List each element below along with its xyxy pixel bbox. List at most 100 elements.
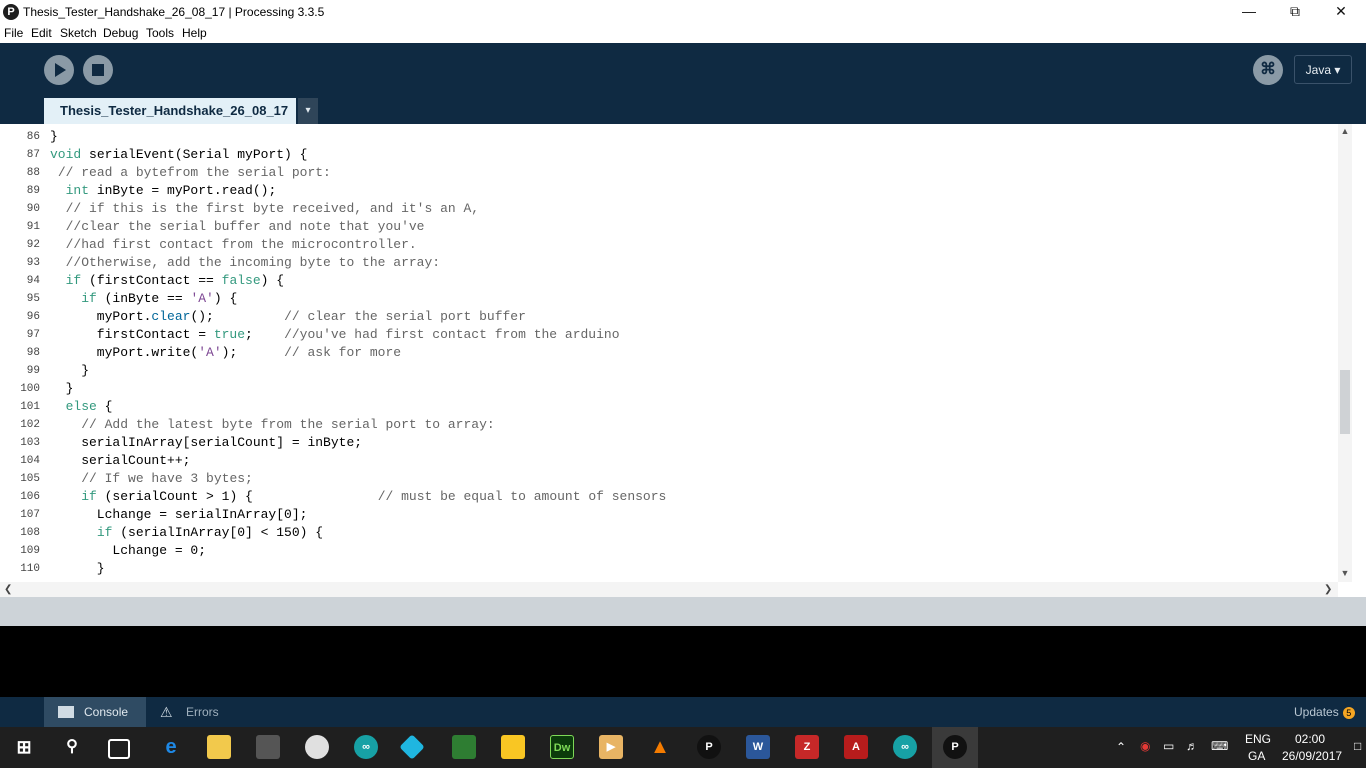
- clock-time[interactable]: 02:00: [1295, 732, 1325, 746]
- code-line[interactable]: 87 void serialEvent(Serial myPort) {: [0, 146, 1336, 164]
- scroll-up-icon[interactable]: ▲: [1338, 126, 1352, 136]
- minimize-button[interactable]: —: [1226, 0, 1272, 24]
- dreamweaver-icon[interactable]: Dw: [550, 735, 574, 759]
- code-line[interactable]: 97 firstContact = true; //you've had fir…: [0, 326, 1336, 344]
- code-text[interactable]: myPort.write('A'); // ask for more: [50, 344, 401, 362]
- code-line[interactable]: 100 }: [0, 380, 1336, 398]
- code-editor[interactable]: 86} 87 void serialEvent(Serial myPort) {88…: [0, 124, 1366, 582]
- word-icon[interactable]: W: [746, 735, 770, 759]
- arduino-icon[interactable]: ∞: [354, 735, 378, 759]
- updates-indicator[interactable]: Updates 5: [1294, 697, 1355, 727]
- keyboard-icon[interactable]: ⌨: [1211, 739, 1228, 753]
- code-line[interactable]: 108 if (serialInArray[0] < 150) {: [0, 524, 1336, 542]
- code-text[interactable]: // If we have 3 bytes;: [50, 470, 253, 488]
- scroll-right-icon[interactable]: ❯: [1324, 582, 1332, 597]
- kodi-icon[interactable]: [399, 734, 425, 760]
- code-text[interactable]: if (inByte == 'A') {: [50, 290, 237, 308]
- code-text[interactable]: //Otherwise, add the incoming byte to th…: [50, 254, 440, 272]
- menu-help[interactable]: Help: [182, 26, 207, 40]
- tab-menu-button[interactable]: ▾: [298, 98, 318, 124]
- tab-sketch[interactable]: Thesis_Tester_Handshake_26_08_17: [44, 98, 296, 124]
- chrome-icon[interactable]: [305, 735, 329, 759]
- menu-debug[interactable]: Debug: [103, 26, 138, 40]
- keep-icon[interactable]: [501, 735, 525, 759]
- battery-icon[interactable]: ▭: [1163, 739, 1174, 753]
- code-line[interactable]: 89 int inByte = myPort.read();: [0, 182, 1336, 200]
- code-line[interactable]: 106 if (serialCount > 1) { // must be eq…: [0, 488, 1336, 506]
- code-line[interactable]: 95 if (inByte == 'A') {: [0, 290, 1336, 308]
- code-text[interactable]: if (serialInArray[0] < 150) {: [50, 524, 323, 542]
- code-line[interactable]: 90 // if this is the first byte received…: [0, 200, 1336, 218]
- code-line[interactable]: 99 }: [0, 362, 1336, 380]
- filezilla-icon[interactable]: Z: [795, 735, 819, 759]
- menu-tools[interactable]: Tools: [146, 26, 174, 40]
- tray-chevron-icon[interactable]: ⌃: [1116, 740, 1126, 754]
- code-line[interactable]: 88 // read a bytefrom the serial port:: [0, 164, 1336, 182]
- code-text[interactable]: if (serialCount > 1) { // must be equal …: [50, 488, 666, 506]
- code-line[interactable]: 93 //Otherwise, add the incoming byte to…: [0, 254, 1336, 272]
- code-line[interactable]: 92 //had first contact from the microcon…: [0, 236, 1336, 254]
- search-icon[interactable]: ⚲: [60, 735, 84, 759]
- task-view-icon[interactable]: [108, 739, 130, 759]
- scroll-thumb[interactable]: [1340, 370, 1350, 434]
- maximize-button[interactable]: ⧉: [1272, 0, 1318, 24]
- menu-file[interactable]: File: [4, 26, 23, 40]
- tab-errors[interactable]: ⚠ Errors: [146, 697, 232, 727]
- console-output[interactable]: [0, 626, 1366, 697]
- code-text[interactable]: // Add the latest byte from the serial p…: [50, 416, 494, 434]
- code-text[interactable]: }: [50, 560, 105, 578]
- windows-start-icon[interactable]: ⊞: [12, 735, 36, 759]
- android-file-icon[interactable]: [452, 735, 476, 759]
- code-text[interactable]: firstContact = true; //you've had first …: [50, 326, 620, 344]
- code-text[interactable]: // if this is the first byte received, a…: [50, 200, 479, 218]
- code-text[interactable]: myPort.clear(); // clear the serial port…: [50, 308, 526, 326]
- code-line[interactable]: 91 //clear the serial buffer and note th…: [0, 218, 1336, 236]
- code-text[interactable]: //had first contact from the microcontro…: [50, 236, 417, 254]
- code-text[interactable]: else {: [50, 398, 113, 416]
- code-line[interactable]: 109 Lchange = 0;: [0, 542, 1336, 560]
- menu-edit[interactable]: Edit: [31, 26, 52, 40]
- code-text[interactable]: }: [50, 128, 58, 146]
- code-text[interactable]: // read a bytefrom the serial port:: [50, 164, 331, 182]
- store-icon[interactable]: [256, 735, 280, 759]
- code-line[interactable]: 107 Lchange = serialInArray[0];: [0, 506, 1336, 524]
- file-explorer-icon[interactable]: [207, 735, 231, 759]
- horizontal-scrollbar[interactable]: ❮ ❯: [0, 582, 1338, 597]
- media-player-icon[interactable]: ▶: [599, 735, 623, 759]
- code-line[interactable]: 104 serialCount++;: [0, 452, 1336, 470]
- code-text[interactable]: if (firstContact == false) {: [50, 272, 284, 290]
- code-text[interactable]: //clear the serial buffer and note that …: [50, 218, 425, 236]
- processing-taskbar-icon[interactable]: P: [697, 735, 721, 759]
- close-button[interactable]: ✕: [1318, 0, 1364, 24]
- scroll-down-icon[interactable]: ▼: [1338, 568, 1352, 578]
- tray-acrobat-icon[interactable]: ◉: [1140, 739, 1150, 753]
- code-line[interactable]: 86}: [0, 128, 1336, 146]
- code-text[interactable]: serialInArray[serialCount] = inByte;: [50, 434, 362, 452]
- run-button[interactable]: [44, 55, 74, 85]
- volume-icon[interactable]: ♬: [1186, 739, 1198, 753]
- edge-icon[interactable]: e: [159, 735, 183, 759]
- code-line[interactable]: 101 else {: [0, 398, 1336, 416]
- debug-button[interactable]: ⌘: [1253, 55, 1283, 85]
- acrobat-icon[interactable]: A: [844, 735, 868, 759]
- code-line[interactable]: 94 if (firstContact == false) {: [0, 272, 1336, 290]
- stop-button[interactable]: [83, 55, 113, 85]
- menu-sketch[interactable]: Sketch: [60, 26, 97, 40]
- vlc-icon[interactable]: ▲: [648, 735, 672, 759]
- code-text[interactable]: int inByte = myPort.read();: [50, 182, 277, 200]
- mode-selector[interactable]: Java ▾: [1294, 55, 1352, 84]
- code-line[interactable]: 103 serialInArray[serialCount] = inByte;: [0, 434, 1336, 452]
- scroll-left-icon[interactable]: ❮: [4, 582, 12, 597]
- code-line[interactable]: 105 // If we have 3 bytes;: [0, 470, 1336, 488]
- arduino-icon-2[interactable]: ∞: [893, 735, 917, 759]
- code-text[interactable]: }: [50, 362, 89, 380]
- code-line[interactable]: 110 }: [0, 560, 1336, 578]
- code-text[interactable]: void serialEvent(Serial myPort) {: [50, 146, 307, 164]
- code-line[interactable]: 102 // Add the latest byte from the seri…: [0, 416, 1336, 434]
- notification-icon[interactable]: □: [1354, 739, 1361, 753]
- tab-console[interactable]: Console: [44, 697, 146, 727]
- code-text[interactable]: }: [50, 380, 74, 398]
- code-text[interactable]: Lchange = 0;: [50, 542, 206, 560]
- vertical-scrollbar[interactable]: ▲ ▼: [1338, 124, 1352, 582]
- code-line[interactable]: 98 myPort.write('A'); // ask for more: [0, 344, 1336, 362]
